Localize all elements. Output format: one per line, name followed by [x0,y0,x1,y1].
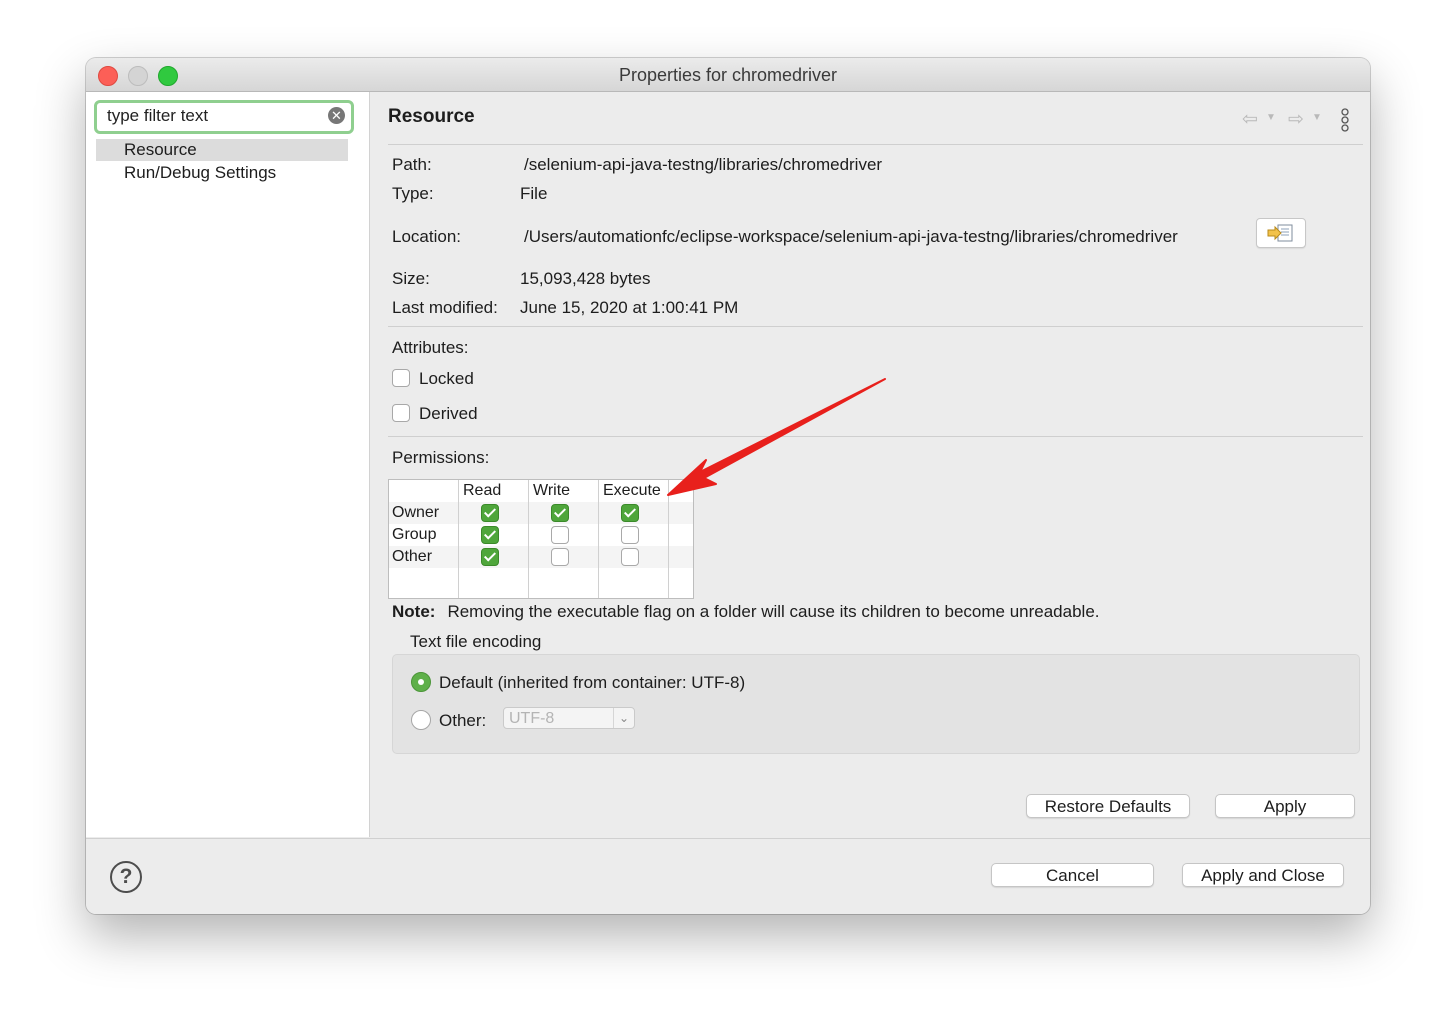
cancel-button[interactable]: Cancel [991,863,1154,887]
chevron-down-icon[interactable]: ⌄ [613,708,634,728]
derived-checkbox[interactable] [392,404,410,422]
maximize-window-button[interactable] [158,66,178,86]
other-encoding-value: UTF-8 [509,710,555,727]
text-file-encoding-title: Text file encoding [410,632,542,651]
table-row-stripe [389,546,693,568]
size-value: 15,093,428 bytes [520,269,651,288]
group-write-checkbox[interactable] [551,526,569,544]
owner-execute-checkbox[interactable] [621,504,639,522]
other-encoding-label: Other: [439,711,487,730]
owner-write-checkbox[interactable] [551,504,569,522]
dialog-footer: ? Cancel Apply and Close [86,838,1370,914]
sidebar: ✕ Resource Run/Debug Settings [86,92,370,837]
properties-dialog: Properties for chromedriver ✕ Resource R… [86,58,1370,914]
row-label-other: Other [392,548,433,565]
restore-defaults-button[interactable]: Restore Defaults [1026,794,1190,818]
column-header-read: Read [463,482,502,499]
other-encoding-radio[interactable] [411,710,431,730]
column-header-execute: Execute [603,482,661,499]
back-arrow-icon[interactable]: ⇦ [1242,108,1258,131]
help-icon[interactable]: ? [110,861,142,893]
other-read-checkbox[interactable] [481,548,499,566]
other-encoding-select[interactable]: UTF-8 ⌄ [503,707,635,729]
attributes-divider [388,436,1363,437]
back-history-chevron-icon[interactable]: ▼ [1266,112,1276,123]
last-modified-label: Last modified: [392,298,498,317]
forward-history-chevron-icon[interactable]: ▼ [1312,112,1322,123]
main-panel: Resource ⇦ ▼ ⇨ ▼ Path: /selenium-api-jav… [370,92,1370,837]
header-divider [388,144,1363,145]
apply-button[interactable]: Apply [1215,794,1355,818]
derived-label: Derived [419,404,478,423]
row-label-group: Group [392,526,437,543]
last-modified-value: June 15, 2020 at 1:00:41 PM [520,298,739,317]
location-value: /Users/automationfc/eclipse-workspace/se… [524,227,1178,246]
text-file-encoding-group: Default (inherited from container: UTF-8… [392,654,1360,754]
row-label-owner: Owner [392,504,440,521]
apply-and-close-button[interactable]: Apply and Close [1182,863,1344,887]
close-window-button[interactable] [98,66,118,86]
column-header-write: Write [533,482,571,499]
default-encoding-label: Default (inherited from container: UTF-8… [439,673,746,692]
group-read-checkbox[interactable] [481,526,499,544]
permissions-label: Permissions: [392,448,490,467]
window-title: Properties for chromedriver [618,65,838,85]
attributes-label: Attributes: [392,338,469,357]
open-location-icon [1267,224,1293,242]
locked-checkbox[interactable] [392,369,410,387]
type-value: File [520,184,548,203]
location-label: Location: [392,227,461,246]
minimize-window-button[interactable] [128,66,148,86]
clear-filter-icon[interactable]: ✕ [328,107,345,124]
sidebar-item-run-debug-settings[interactable]: Run/Debug Settings [96,162,348,184]
vertical-dots-icon[interactable] [1340,108,1350,134]
filter-input[interactable] [107,105,312,127]
sidebar-item-resource[interactable]: Resource [96,139,348,161]
page-title: Resource [388,106,475,127]
owner-read-checkbox[interactable] [481,504,499,522]
other-execute-checkbox[interactable] [621,548,639,566]
path-value: /selenium-api-java-testng/libraries/chro… [524,155,883,174]
type-label: Type: [392,184,434,203]
other-write-checkbox[interactable] [551,548,569,566]
permissions-table: Read Write Execute Owner Group Other [388,479,694,599]
forward-arrow-icon[interactable]: ⇨ [1288,108,1304,131]
note-text: Removing the executable flag on a folder… [447,602,1100,621]
column-divider [528,480,529,598]
size-label: Size: [392,269,430,288]
column-divider [598,480,599,598]
filter-field[interactable]: ✕ [94,100,354,134]
locked-label: Locked [419,369,474,388]
column-divider [458,480,459,598]
note-label: Note: [392,602,436,621]
path-label: Path: [392,155,432,174]
note: Note: Removing the executable flag on a f… [392,602,1100,622]
default-encoding-radio[interactable] [411,672,431,692]
title-bar: Properties for chromedriver [86,58,1370,92]
show-in-system-explorer-button[interactable] [1256,218,1306,248]
column-divider [668,480,669,598]
info-divider [388,326,1363,327]
group-execute-checkbox[interactable] [621,526,639,544]
